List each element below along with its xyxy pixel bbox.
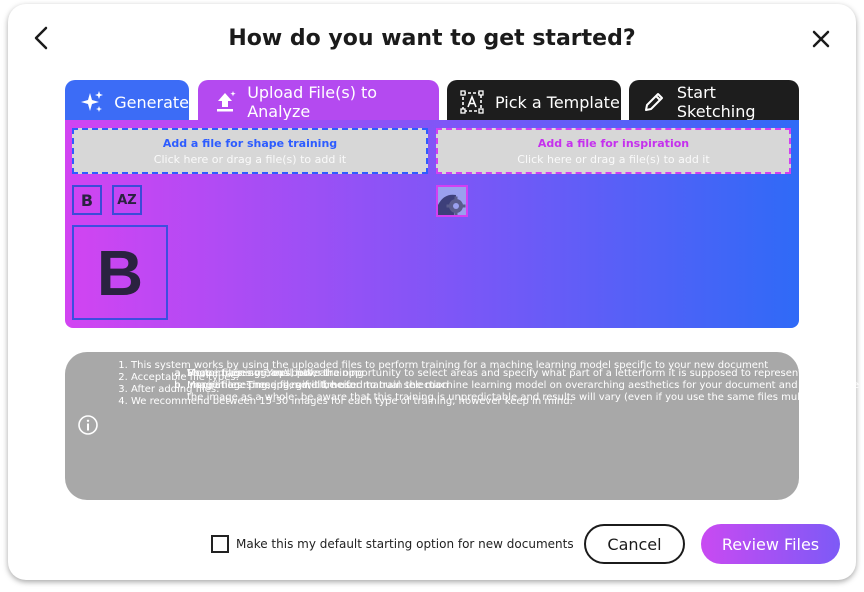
info-list: This system works by using the uploaded … — [117, 360, 859, 408]
pencil-icon — [641, 89, 667, 115]
shape-preview-thumbnail[interactable]: B — [72, 225, 168, 320]
default-option-checkbox[interactable] — [211, 535, 229, 553]
close-icon — [812, 30, 830, 48]
inspiration-thumbnail[interactable] — [436, 185, 468, 217]
info-subitem: More images means better training — [187, 368, 864, 380]
review-files-button-label: Review Files — [721, 534, 820, 554]
tab-generate[interactable]: Generate — [65, 80, 189, 124]
upload-panel: Add a file for shape training Click here… — [65, 120, 799, 328]
shape-training-dropzone[interactable]: Add a file for shape training Click here… — [72, 128, 428, 174]
info-icon — [78, 415, 98, 435]
tab-sketch[interactable]: Start Sketching — [629, 80, 799, 124]
inspiration-dropzone-subtitle: Click here or drag a file(s) to add it — [517, 153, 710, 166]
upload-icon — [212, 89, 237, 115]
review-files-button[interactable]: Review Files — [701, 524, 840, 564]
tab-template[interactable]: Pick a Template — [447, 80, 621, 124]
shape-dropzone-subtitle: Click here or drag a file(s) to add it — [153, 153, 347, 166]
az-glyph-label: AZ — [117, 192, 137, 208]
inspiration-dropzone-title: Add a file for inspiration — [537, 137, 690, 150]
az-glyph-button[interactable]: AZ — [112, 185, 142, 215]
bold-glyph-button[interactable]: B — [72, 185, 102, 215]
tab-upload[interactable]: Upload File(s) to Analyze — [198, 80, 439, 124]
inspiration-image-icon — [438, 187, 466, 215]
info-box: This system works by using the uploaded … — [65, 352, 859, 500]
sparkle-icon — [79, 89, 104, 115]
tab-upload-label: Upload File(s) to Analyze — [247, 83, 378, 121]
shape-dropzone-title: Add a file for shape training — [162, 137, 338, 150]
dialog-title: How do you want to get started? — [228, 26, 636, 51]
info-subitem: More images means more time for manual s… — [187, 380, 864, 392]
tab-generate-label: Generate — [114, 92, 189, 112]
bold-glyph-label: B — [80, 190, 94, 210]
tab-template-label: Pick a Template — [495, 92, 620, 112]
template-icon — [459, 89, 485, 115]
dialog: How do you want to get started? Generate… — [8, 4, 859, 580]
close-button[interactable] — [808, 26, 834, 52]
tab-sketch-label: Start Sketching — [676, 83, 756, 121]
default-option-label: Make this my default starting option for… — [236, 537, 574, 551]
cancel-button[interactable]: Cancel — [584, 524, 685, 564]
cancel-button-label: Cancel — [607, 534, 662, 554]
inspiration-dropzone[interactable]: Add a file for inspiration Click here or… — [436, 128, 791, 174]
preview-letter: B — [96, 236, 144, 309]
